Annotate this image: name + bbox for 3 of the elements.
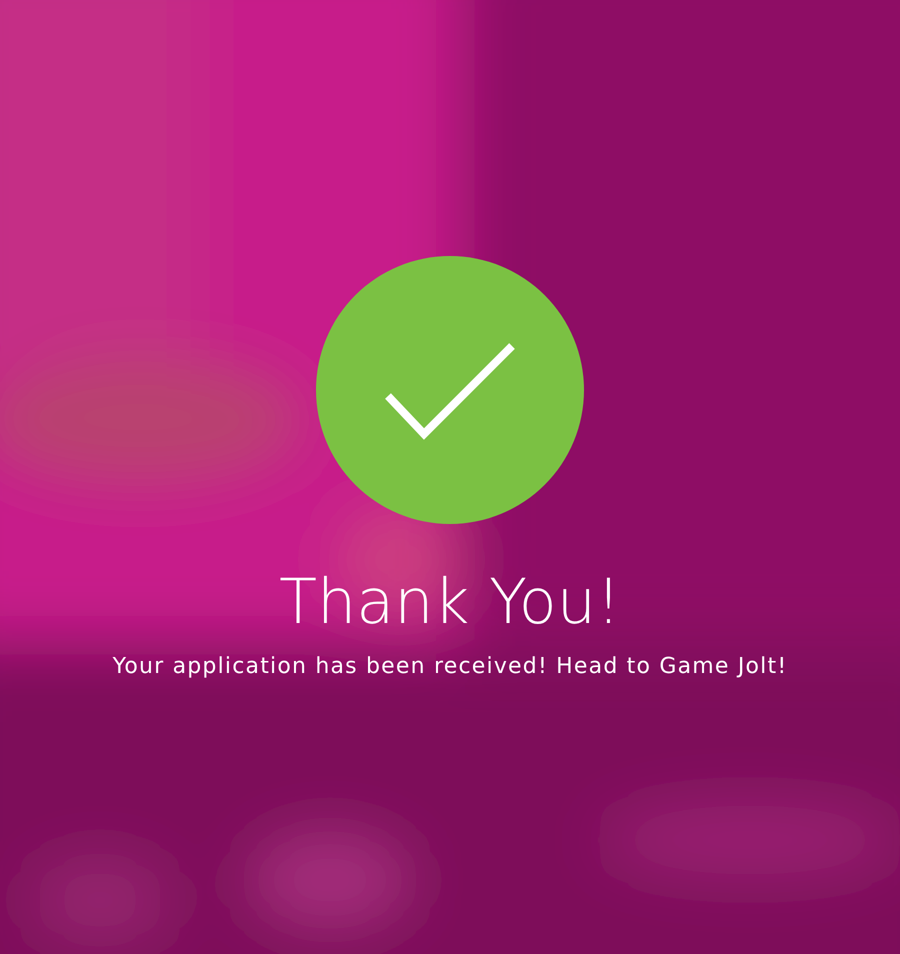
check-icon <box>316 256 584 524</box>
confirmation-message: Your application has been received! Head to Game Jolt! <box>112 654 788 679</box>
thank-you-heading: Thank You! <box>279 564 621 640</box>
